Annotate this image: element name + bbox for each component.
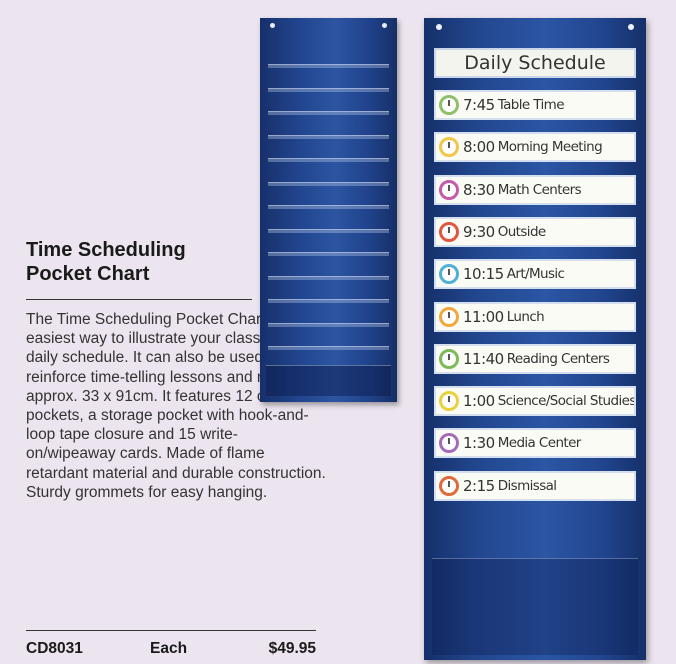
clock-icon [439, 95, 459, 115]
product-unit: Each [150, 640, 188, 657]
schedule-activity: Art/Music [506, 266, 565, 283]
empty-pocket [268, 299, 389, 303]
schedule-time: 1:30 [463, 434, 495, 453]
filled-pocket-chart-image: Daily Schedule 7:45 Table Time 8:00 Morning… [424, 18, 646, 660]
clock-icon [439, 221, 459, 242]
grommet-icon [382, 23, 387, 28]
empty-pocket [268, 158, 389, 162]
schedule-activity: Math Centers [497, 181, 582, 198]
schedule-time: 8:00 [463, 138, 495, 157]
empty-pocket [268, 134, 389, 139]
schedule-time: 7:45 [463, 96, 495, 114]
schedule-time: 11:00 [463, 307, 504, 326]
empty-pocket [268, 228, 389, 233]
empty-pocket [268, 322, 389, 327]
schedule-activity: Outside [497, 223, 547, 240]
schedule-activity: Lunch [506, 308, 545, 325]
product-price: $49.95 [268, 640, 316, 657]
clock-icon [439, 391, 459, 412]
grommet-icon [628, 24, 634, 30]
clock-icon [439, 433, 459, 454]
clock-icon [439, 137, 459, 158]
storage-pocket [266, 365, 391, 396]
empty-pocket [268, 275, 389, 280]
schedule-time: 9:30 [463, 222, 495, 241]
empty-pocket [268, 111, 389, 115]
schedule-card: 9:30 Outside [434, 216, 636, 247]
clock-icon [439, 475, 459, 496]
schedule-time: 2:15 [463, 476, 495, 495]
schedule-card: 10:15 Art/Music [434, 259, 636, 290]
schedule-card: 1:00 Science/Social Studies [434, 386, 636, 417]
schedule-activity: Dismissal [497, 477, 557, 494]
title-divider [26, 299, 252, 300]
empty-pocket [268, 64, 389, 68]
schedule-activity: Table Time [497, 97, 565, 113]
schedule-card: 11:40 Reading Centers [434, 343, 636, 374]
schedule-time: 8:30 [463, 180, 495, 199]
schedule-activity: Media Center [497, 435, 582, 452]
footer-divider [26, 630, 316, 631]
empty-pocket [268, 252, 389, 256]
schedule-activity: Science/Social Studies [497, 393, 636, 410]
schedule-card: 11:00 Lunch [434, 301, 636, 332]
clock-icon [439, 179, 459, 200]
schedule-card: 7:45 Table Time [434, 90, 636, 120]
empty-pocket [268, 205, 389, 209]
schedule-header-card: Daily Schedule [434, 48, 636, 78]
schedule-time: 10:15 [463, 265, 504, 284]
clock-icon [439, 264, 459, 285]
schedule-time: 1:00 [463, 392, 495, 411]
schedule-card: 2:15 Dismissal [434, 470, 636, 501]
empty-pocket [268, 181, 389, 186]
product-title: Time Scheduling Pocket Chart [26, 239, 186, 285]
empty-pocket [268, 346, 389, 350]
schedule-card: 1:30 Media Center [434, 428, 636, 459]
product-footer: CD8031 Each $49.95 [26, 640, 316, 660]
clock-icon [439, 306, 459, 327]
schedule-card: 8:00 Morning Meeting [434, 132, 636, 163]
product-code: CD8031 [26, 640, 83, 657]
clock-icon [439, 348, 459, 369]
storage-pocket [432, 558, 638, 655]
grommet-icon [270, 23, 275, 28]
schedule-card: 8:30 Math Centers [434, 174, 636, 205]
schedule-activity: Reading Centers [506, 350, 610, 367]
empty-pocket-chart-image [260, 18, 397, 402]
schedule-time: 11:40 [463, 349, 504, 368]
schedule-activity: Morning Meeting [497, 139, 603, 156]
grommet-icon [436, 24, 442, 30]
empty-pocket [268, 87, 389, 92]
